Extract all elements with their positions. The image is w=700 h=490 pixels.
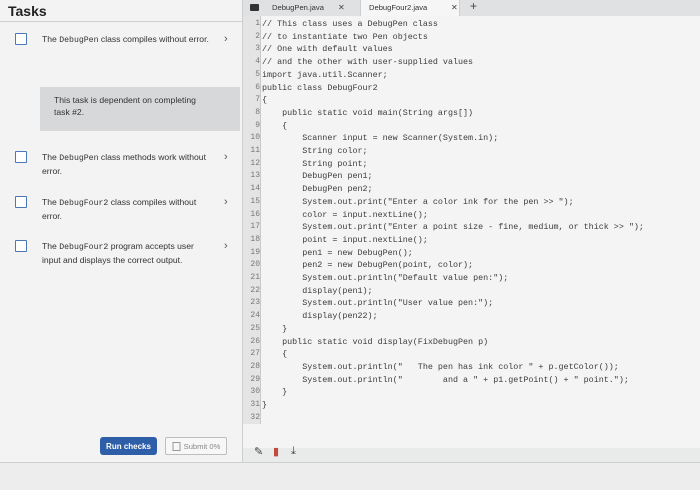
code-line[interactable]: System.out.println(" and a " + p1.getPoi…	[262, 375, 629, 385]
line-number: 4	[255, 57, 260, 67]
pencil-icon[interactable]: ✎	[254, 445, 263, 458]
code-line[interactable]: display(pen1);	[262, 286, 372, 296]
code-line[interactable]: }	[262, 400, 267, 410]
line-number: 32	[250, 412, 260, 422]
code-line[interactable]: {	[262, 349, 287, 359]
line-number: 6	[255, 82, 260, 92]
line-number: 7	[255, 95, 260, 105]
run-checks-button[interactable]: Run checks	[100, 437, 157, 455]
code-line[interactable]: System.out.println("User value pen:");	[262, 298, 493, 308]
code-line[interactable]: // This class uses a DebugPen class	[262, 19, 438, 29]
tasks-panel: Tasks The DebugPen class compiles withou…	[0, 0, 243, 490]
code-line[interactable]: public static void main(String args[])	[262, 108, 473, 118]
close-icon[interactable]: ✕	[338, 0, 345, 16]
line-number: 12	[250, 158, 260, 168]
code-line[interactable]: {	[262, 95, 267, 105]
line-number: 18	[250, 234, 260, 244]
task-label: The DebugFour2 class compiles without er…	[42, 197, 197, 221]
code-line[interactable]: System.out.print("Enter a point size - f…	[262, 222, 644, 232]
task-checkbox[interactable]	[15, 196, 27, 208]
document-icon	[172, 441, 181, 451]
line-number: 26	[250, 336, 260, 346]
line-number: 17	[250, 222, 260, 232]
submit-label: Submit 0%	[183, 441, 221, 451]
line-number: 15	[250, 196, 260, 206]
code-line[interactable]: import java.util.Scanner;	[262, 70, 388, 80]
task-checkbox[interactable]	[15, 33, 27, 45]
code-line[interactable]: System.out.println("Default value pen:")…	[262, 273, 508, 283]
line-number: 22	[250, 285, 260, 295]
chevron-right-icon[interactable]: ›	[224, 151, 228, 163]
chevron-right-icon[interactable]: ›	[224, 196, 228, 208]
download-icon[interactable]: ⤓	[291, 445, 296, 458]
task-label: The DebugFour2 program accepts user inpu…	[42, 241, 194, 265]
code-line[interactable]: DebugPen pen2;	[262, 184, 372, 194]
code-line[interactable]: String color;	[262, 146, 367, 156]
line-number: 20	[250, 260, 260, 270]
code-line[interactable]: System.out.println(" The pen has ink col…	[262, 362, 619, 372]
footer-band	[0, 463, 700, 490]
submit-button[interactable]: Submit 0%	[165, 437, 227, 455]
tab-debugfour2[interactable]: DebugFour2.java	[360, 0, 460, 16]
code-line[interactable]: }	[262, 324, 287, 334]
line-number: 23	[250, 298, 260, 308]
code-line[interactable]: // to instantiate two Pen objects	[262, 32, 428, 42]
line-number: 21	[250, 273, 260, 282]
line-number: 13	[250, 171, 260, 181]
close-icon[interactable]: ✕	[451, 0, 458, 16]
line-number: 14	[250, 184, 260, 194]
code-line[interactable]: {	[262, 121, 287, 131]
trash-icon[interactable]: ▮	[273, 445, 279, 458]
task-label: The DebugPen class methods work without …	[42, 152, 206, 176]
tab-label: DebugFour2.java	[369, 3, 428, 12]
tab-label: DebugPen.java	[272, 3, 324, 12]
line-number: 11	[250, 146, 260, 155]
line-number: 19	[250, 247, 260, 257]
code-line[interactable]: // One with default values	[262, 44, 393, 54]
code-line[interactable]: public static void display(FixDebugPen p…	[262, 337, 488, 347]
code-line[interactable]: pen2 = new DebugPen(point, color);	[262, 260, 473, 270]
line-number: 28	[250, 361, 260, 371]
dependency-text: This task is dependent on completing tas…	[54, 95, 196, 117]
line-number: 24	[250, 311, 260, 321]
line-number: 1	[255, 19, 260, 28]
panel-icon[interactable]	[250, 4, 259, 11]
line-number: 9	[255, 120, 260, 130]
code-line[interactable]: System.out.print("Enter a color ink for …	[262, 197, 573, 207]
task-checkbox[interactable]	[15, 151, 27, 163]
line-number: 27	[250, 349, 260, 359]
line-number: 31	[250, 400, 260, 409]
line-number: 29	[250, 374, 260, 384]
dependency-note: This task is dependent on completing tas…	[40, 87, 240, 131]
divider	[0, 21, 243, 22]
code-line[interactable]: String point;	[262, 159, 367, 169]
code-line[interactable]: display(pen22);	[262, 311, 377, 321]
line-number: 2	[255, 31, 260, 41]
line-number: 30	[250, 387, 260, 397]
line-number: 10	[250, 133, 260, 143]
code-line[interactable]: // and the other with user-supplied valu…	[262, 57, 473, 67]
tasks-title: Tasks	[8, 3, 47, 19]
code-line[interactable]: pen1 = new DebugPen();	[262, 248, 413, 258]
chevron-right-icon[interactable]: ›	[224, 33, 228, 45]
task-label: The DebugPen class compiles without erro…	[42, 34, 209, 45]
code-line[interactable]: public class DebugFour2	[262, 83, 378, 93]
code-line[interactable]: }	[262, 387, 287, 397]
line-number: 25	[250, 323, 260, 333]
code-line[interactable]: point = input.nextLine();	[262, 235, 428, 245]
code-line[interactable]: DebugPen pen1;	[262, 171, 372, 181]
code-line[interactable]: Scanner input = new Scanner(System.in);	[262, 133, 498, 143]
line-number: 8	[255, 107, 260, 117]
chevron-right-icon[interactable]: ›	[224, 240, 228, 252]
code-line[interactable]: color = input.nextLine();	[262, 210, 428, 220]
line-number: 16	[250, 209, 260, 219]
plus-icon[interactable]: +	[470, 0, 477, 13]
line-number: 3	[255, 44, 260, 54]
task-checkbox[interactable]	[15, 240, 27, 252]
line-number: 5	[255, 69, 260, 79]
